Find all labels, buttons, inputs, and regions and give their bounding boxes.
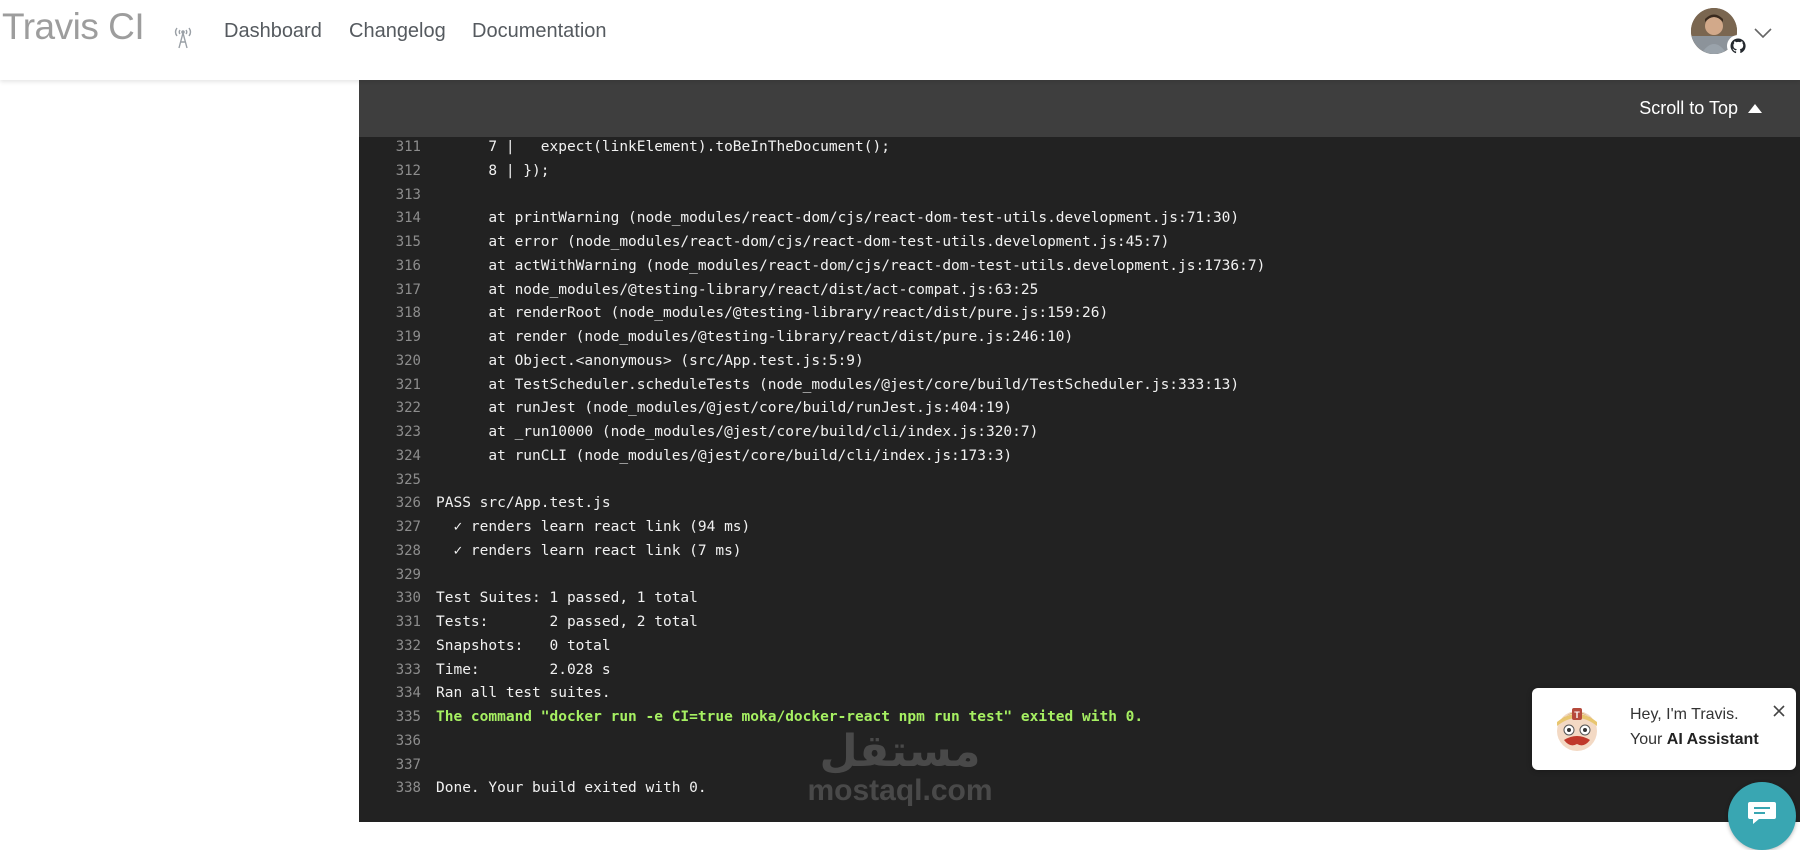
log-line: 318 at renderRoot (node_modules/@testing… (359, 302, 1800, 326)
log-line-text: Done. Your build exited with 0. (436, 780, 707, 797)
log-line-text: at runJest (node_modules/@jest/core/buil… (436, 400, 1013, 417)
log-line-text: at printWarning (node_modules/react-dom/… (436, 210, 1240, 227)
log-line-text: at error (node_modules/react-dom/cjs/rea… (436, 234, 1170, 250)
log-line-number[interactable]: 311 (359, 136, 421, 160)
log-line-number[interactable]: 328 (359, 540, 421, 564)
scroll-to-top-button[interactable]: Scroll to Top (1639, 98, 1762, 119)
log-line-number[interactable]: 314 (359, 207, 421, 231)
log-header: Scroll to Top (359, 80, 1800, 137)
log-line-number[interactable]: 335 (359, 706, 421, 730)
log-line: 333 Time: 2.028 s (359, 659, 1800, 683)
log-line: 325 (359, 469, 1800, 493)
log-line-text: Snapshots: 0 total (436, 637, 611, 654)
log-line-text: at _run10000 (node_modules/@jest/core/bu… (436, 424, 1039, 440)
nav-dashboard-link[interactable]: Dashboard (224, 20, 322, 43)
log-line-number[interactable]: 331 (359, 611, 421, 635)
log-line-text: at renderRoot (node_modules/@testing-lib… (436, 305, 1109, 322)
broadcast-antenna-icon[interactable] (172, 22, 194, 50)
log-line-number[interactable]: 322 (359, 397, 421, 421)
log-line-number[interactable]: 323 (359, 421, 421, 445)
log-line: 323 at _run10000 (node_modules/@jest/cor… (359, 421, 1800, 445)
log-line-number[interactable]: 332 (359, 635, 421, 659)
log-line: 317 at node_modules/@testing-library/rea… (359, 279, 1800, 303)
log-line: 314 at printWarning (node_modules/react-… (359, 207, 1800, 231)
log-line-number[interactable]: 312 (359, 160, 421, 184)
log-line-number[interactable]: 313 (359, 184, 421, 208)
svg-text:T: T (1574, 710, 1580, 720)
log-line-number[interactable]: 338 (359, 777, 421, 801)
log-line: 313 (359, 184, 1800, 208)
log-line-number[interactable]: 336 (359, 730, 421, 754)
log-line-text: at runCLI (node_modules/@jest/core/build… (436, 447, 1013, 464)
log-line-text: Ran all test suites. (436, 685, 611, 702)
log-line-number[interactable]: 333 (359, 659, 421, 683)
log-line-text: Test Suites: 1 passed, 1 total (436, 590, 698, 607)
log-line-number[interactable]: 315 (359, 231, 421, 255)
ai-assistant-popup[interactable]: T Hey, I'm Travis. Your AI Assistant (1532, 688, 1796, 770)
log-line-text: at Object.<anonymous> (src/App.test.js:5… (436, 352, 864, 369)
log-line-text: 7 | expect(linkElement).toBeInTheDocumen… (436, 139, 890, 155)
chat-launcher-button[interactable] (1728, 782, 1796, 850)
caret-up-icon (1748, 104, 1762, 113)
log-line-text: The command "docker run -e CI=true moka/… (436, 709, 1144, 725)
log-line-text: ✓ renders learn react link (7 ms) (436, 542, 742, 559)
log-line-text: at render (node_modules/@testing-library… (436, 329, 1074, 345)
log-line-text: at node_modules/@testing-library/react/d… (436, 281, 1039, 298)
log-line: 327 ✓ renders learn react link (94 ms) (359, 516, 1800, 540)
log-line: 319 at render (node_modules/@testing-lib… (359, 326, 1800, 350)
log-line: 311 7 | expect(linkElement).toBeInTheDoc… (359, 136, 1800, 160)
assistant-subtitle: Your AI Assistant (1630, 731, 1759, 748)
log-line-number[interactable]: 317 (359, 279, 421, 303)
log-line-number[interactable]: 320 (359, 350, 421, 374)
log-line-text: Time: 2.028 s (436, 661, 611, 678)
nav-changelog-link[interactable]: Changelog (349, 20, 446, 43)
chevron-down-icon[interactable] (1753, 27, 1773, 39)
chat-icon (1748, 802, 1776, 824)
log-line-number[interactable]: 321 (359, 374, 421, 398)
log-line: 329 (359, 564, 1800, 588)
log-line-number[interactable]: 325 (359, 469, 421, 493)
log-line-text: Tests: 2 passed, 2 total (436, 614, 698, 630)
close-icon[interactable] (1772, 704, 1786, 718)
log-line: 321 at TestScheduler.scheduleTests (node… (359, 374, 1800, 398)
log-line-text: ✓ renders learn react link (94 ms) (436, 519, 751, 535)
scroll-to-top-label: Scroll to Top (1639, 98, 1738, 118)
log-line-text: 8 | }); (436, 162, 550, 179)
log-line: 312 8 | }); (359, 160, 1800, 184)
assistant-greeting: Hey, I'm Travis. (1630, 706, 1739, 723)
log-line-number[interactable]: 319 (359, 326, 421, 350)
log-line-number[interactable]: 337 (359, 754, 421, 778)
log-line-number[interactable]: 327 (359, 516, 421, 540)
log-line: 320 at Object.<anonymous> (src/App.test.… (359, 350, 1800, 374)
log-line: 315 at error (node_modules/react-dom/cjs… (359, 231, 1800, 255)
log-line-text: at actWithWarning (node_modules/react-do… (436, 257, 1266, 274)
log-line: 316 at actWithWarning (node_modules/reac… (359, 255, 1800, 279)
log-line: 322 at runJest (node_modules/@jest/core/… (359, 397, 1800, 421)
log-line: 324 at runCLI (node_modules/@jest/core/b… (359, 445, 1800, 469)
log-line-number[interactable]: 329 (359, 564, 421, 588)
log-line: 330 Test Suites: 1 passed, 1 total (359, 587, 1800, 611)
log-line: 328 ✓ renders learn react link (7 ms) (359, 540, 1800, 564)
brand-logo[interactable]: Travis CI (2, 6, 145, 48)
log-line-number[interactable]: 318 (359, 302, 421, 326)
top-navbar: Travis CI Dashboard Changelog Documentat… (0, 0, 1800, 80)
log-line-number[interactable]: 324 (359, 445, 421, 469)
log-line-number[interactable]: 316 (359, 255, 421, 279)
log-line-number[interactable]: 330 (359, 587, 421, 611)
log-line-text: PASS src/App.test.js (436, 495, 611, 512)
travis-mascot-icon: T (1557, 708, 1597, 751)
nav-documentation-link[interactable]: Documentation (472, 20, 607, 43)
github-icon (1727, 35, 1749, 57)
log-line-text: at TestScheduler.scheduleTests (node_mod… (436, 376, 1240, 393)
log-line: 331 Tests: 2 passed, 2 total (359, 611, 1800, 635)
log-line: 332 Snapshots: 0 total (359, 635, 1800, 659)
log-line-number[interactable]: 326 (359, 492, 421, 516)
log-line: 326 PASS src/App.test.js (359, 492, 1800, 516)
log-line-number[interactable]: 334 (359, 682, 421, 706)
log-line: 338 Done. Your build exited with 0. (359, 777, 1800, 801)
